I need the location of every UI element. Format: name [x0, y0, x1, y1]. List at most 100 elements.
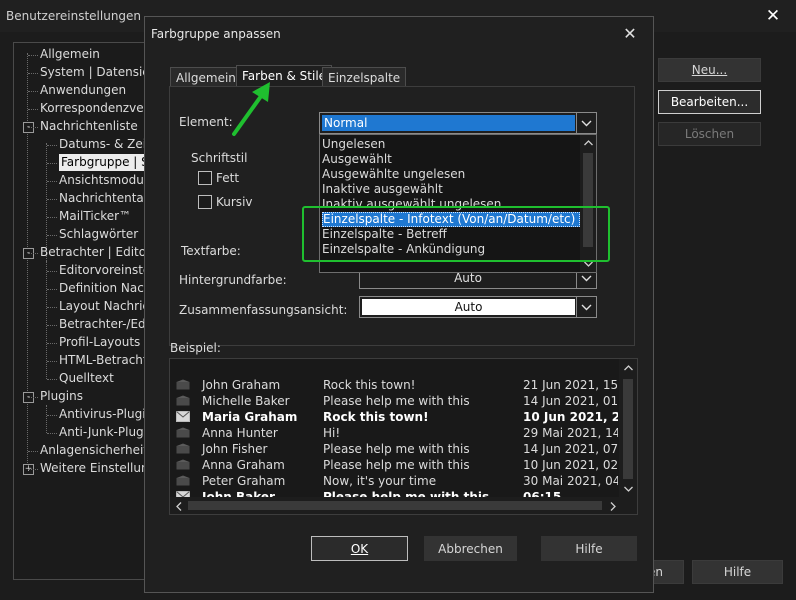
tree-item-label: Anti-Junk-Plugins — [59, 425, 146, 439]
bold-label: Fett — [216, 171, 240, 185]
dropdown-option[interactable]: Inaktive ausgewählt — [322, 182, 580, 197]
summary-view-select[interactable]: Auto — [359, 296, 597, 318]
element-select-chevron[interactable] — [576, 113, 596, 133]
tree-item-label: Korrespondenzverlauf — [40, 101, 146, 115]
tree-item-label: Datums- & Zeitangab — [59, 137, 146, 151]
scroll-up-icon[interactable] — [584, 140, 593, 146]
chevron-down-icon — [581, 304, 592, 310]
italic-label: Kursiv — [216, 195, 253, 209]
sample-horizontal-scrollbar[interactable] — [170, 497, 637, 514]
element-value-text: Normal — [324, 116, 368, 130]
sample-subject: Rock this town! — [323, 410, 429, 424]
bg-color-label: Hintergrundfarbe: — [179, 273, 287, 287]
scroll-down-icon[interactable] — [624, 486, 633, 492]
sample-date: 10 Jun 2021, 23:1 — [523, 410, 618, 424]
tree-item-label: Plugins — [40, 389, 83, 403]
sample-date: 21 Jun 2021, 15:51 — [523, 378, 618, 392]
sample-subject: Rock this town! — [323, 378, 416, 392]
sample-date: 10 Jun 2021, 02:53 — [523, 458, 618, 472]
sample-row: Michelle Baker Please help me with this 14… — [170, 393, 618, 409]
sample-hscroll-thumb[interactable] — [188, 501, 602, 510]
new-button[interactable]: Neu... — [658, 58, 761, 82]
tree-item-label: Schlagwörter — [59, 227, 139, 241]
element-label: Element: — [179, 115, 233, 129]
scroll-left-icon[interactable] — [176, 502, 182, 511]
tree-item-label: Betrachter | Editor — [40, 245, 147, 259]
dialog-title: Farbgruppe anpassen — [151, 27, 281, 41]
dropdown-option[interactable]: Ausgewählt — [322, 152, 580, 167]
tree-item-label: System | Datensicher — [40, 65, 146, 79]
element-select-value: Normal — [322, 115, 575, 131]
envelope-unread-icon — [176, 411, 190, 422]
tree-item-label: Betrachter-/Editor — [59, 317, 146, 331]
sample-row: John Graham Rock this town! 21 Jun 2021, 1… — [170, 377, 618, 393]
dialog-close-button[interactable]: ✕ — [617, 23, 643, 45]
sample-date: 14 Jun 2021, 01:27 — [523, 394, 618, 408]
help-label: Hilfe — [575, 541, 603, 556]
outer-help-label: Hilfe — [723, 565, 752, 579]
tree-item-label: Anlagensicherheit — [40, 443, 147, 457]
sample-row: Maria Graham Rock this town! 10 Jun 2021, … — [170, 409, 618, 425]
tree-item-label: Ansichtsmodus — [59, 173, 147, 187]
summary-value: Auto — [454, 300, 483, 314]
sample-from: Peter Graham — [202, 474, 286, 488]
edit-button-label: Bearbeiten... — [670, 95, 749, 109]
sample-row: Anna Hunter Hi! 29 Mai 2021, 14:53 — [170, 425, 618, 441]
sample-from: John Fisher — [202, 442, 268, 456]
element-select[interactable]: Normal — [319, 112, 597, 134]
tree-item-label: Nachrichtentabs — [59, 191, 146, 205]
edit-button[interactable]: Bearbeiten... — [658, 90, 761, 114]
sample-from: Michelle Baker — [202, 394, 290, 408]
summary-view-label: Zusammenfassungsansicht: — [179, 303, 348, 317]
scroll-up-icon[interactable] — [624, 365, 633, 371]
outer-help-button[interactable]: Hilfe — [692, 560, 783, 584]
tree-item-label: Profil-Layouts — [59, 335, 141, 349]
bold-checkbox[interactable] — [198, 171, 212, 185]
summary-chevron[interactable] — [576, 297, 596, 317]
scroll-right-icon[interactable] — [610, 502, 616, 511]
settings-tree[interactable]: Allgemein System | Datensicher Anwendungen… — [13, 42, 147, 580]
delete-button[interactable]: Löschen — [658, 122, 761, 146]
tree-item-label: Allgemein — [40, 47, 100, 61]
window-title: Benutzereinstellungen — [6, 9, 142, 23]
help-button[interactable]: Hilfe — [541, 536, 637, 561]
sample-date: 29 Mai 2021, 14:53 — [523, 426, 618, 440]
chevron-down-icon — [581, 120, 592, 126]
dropdown-option[interactable]: Ausgewählte ungelesen — [322, 167, 580, 182]
tree-item-label: Layout Nachrichten — [59, 299, 146, 313]
sample-subject: Hi! — [323, 426, 341, 440]
new-button-label: Neu... — [691, 63, 728, 77]
tab-single-column[interactable]: Einzelspalte — [322, 67, 407, 87]
sample-from: Anna Hunter — [202, 426, 278, 440]
italic-checkbox[interactable] — [198, 195, 212, 209]
cancel-button[interactable]: Abbrechen — [424, 536, 517, 561]
sample-message-list: John Graham Rock this town! 21 Jun 2021, 1… — [169, 358, 638, 515]
sample-date: 14 Jun 2021, 07:27 — [523, 442, 618, 456]
sample-row: John Fisher Please help me with this 14 Ju… — [170, 441, 618, 457]
envelope-read-icon — [176, 395, 190, 406]
window-close-button[interactable]: ✕ — [750, 0, 796, 32]
sample-label: Beispiel: — [170, 341, 221, 355]
font-style-group-label: Schriftstil — [191, 151, 248, 165]
color-group-dialog: Farbgruppe anpassen ✕ Allgemein Farben &… — [144, 16, 654, 593]
ok-label: OK — [350, 541, 369, 556]
cancel-label: Abbrechen — [438, 541, 503, 556]
sample-vertical-scrollbar[interactable] — [619, 359, 637, 498]
sample-subject: Please help me with this — [323, 442, 470, 456]
envelope-read-icon — [176, 459, 190, 470]
tree-item-label: Nachrichtenliste — [40, 119, 138, 133]
dropdown-option[interactable]: Ungelesen — [322, 137, 580, 152]
annotation-highlight-box — [302, 206, 610, 262]
sample-from: Anna Graham — [202, 458, 285, 472]
sample-row: Anna Graham Please help me with this 10 Ju… — [170, 457, 618, 473]
text-color-label: Textfarbe: — [181, 244, 241, 258]
delete-button-label: Löschen — [684, 127, 735, 141]
tree-item-label: Farbgruppe | Schrift — [59, 154, 146, 171]
envelope-read-icon — [176, 379, 190, 390]
tree-item-label: HTML-Betrachter — [59, 353, 147, 367]
sample-vscroll-thumb[interactable] — [623, 379, 633, 479]
ok-button[interactable]: OK — [311, 536, 408, 561]
tree-item-label: Anwendungen — [40, 83, 127, 97]
sample-date: 30 Mai 2021, 04:48 — [523, 474, 618, 488]
bg-color-value: Auto — [454, 271, 482, 285]
